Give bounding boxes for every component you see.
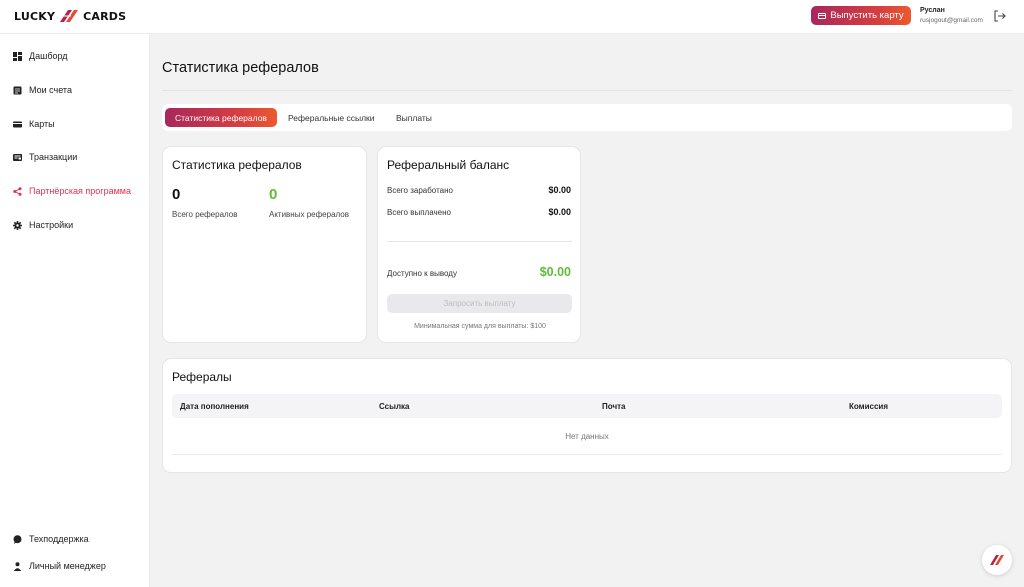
logo-mark-icon [57, 8, 81, 24]
card-title: Рефералы [172, 370, 232, 384]
column-header-email[interactable]: Почта [602, 402, 625, 411]
referral-stats-card: Статистика рефералов 0 Всего рефералов 0… [162, 146, 367, 343]
request-payout-button[interactable]: Запросить выплату [387, 294, 572, 313]
active-referrals-label: Активных рефералов [269, 210, 349, 219]
column-header-link[interactable]: Ссылка [379, 402, 410, 411]
divider [387, 241, 572, 242]
person-icon [13, 561, 22, 571]
issue-card-button[interactable]: Выпустить карту [811, 6, 911, 25]
user-profile[interactable]: Руслан rusjogout@gmail.com [920, 7, 983, 24]
sidebar-item-label: Техподдержка [29, 534, 89, 544]
sidebar-item-label: Карты [29, 119, 55, 129]
logo-text-left: LUCKY [14, 9, 56, 23]
total-earned-label: Всего заработано [387, 186, 453, 195]
tab-referral-stats[interactable]: Статистика рефералов [165, 108, 277, 127]
column-header-date[interactable]: Дата пополнения [180, 402, 249, 411]
floating-chat-button[interactable] [982, 545, 1012, 575]
sidebar-item-partner-program[interactable]: Партнёрская программа [13, 186, 131, 196]
sidebar-item-label: Партнёрская программа [29, 186, 131, 196]
page-title: Статистика рефералов [162, 60, 319, 76]
tab-referral-links[interactable]: Реферальные ссылки [278, 108, 385, 127]
issue-card-label: Выпустить карту [830, 10, 904, 21]
tab-bar: Статистика рефералов Реферальные ссылки … [162, 104, 1012, 131]
sidebar-item-transactions[interactable]: Транзакции [13, 152, 77, 162]
main-content: Статистика рефералов Статистика реферало… [150, 34, 1024, 587]
total-paid-value: $0.00 [548, 207, 571, 217]
total-referrals-value: 0 [172, 186, 181, 203]
sidebar-item-accounts[interactable]: Мои счета [13, 85, 72, 95]
dashboard-icon [13, 51, 22, 61]
top-bar: LUCKY CARDS Выпустить карту Руслан rusjo… [0, 0, 1024, 34]
sidebar-item-cards[interactable]: Карты [13, 119, 55, 129]
minimum-payout-note: Минимальная сумма для выплаты: $100 [414, 323, 546, 330]
table-header: Дата пополнения Ссылка Почта Комиссия [172, 394, 1002, 418]
logo[interactable]: LUCKY CARDS [14, 8, 126, 24]
logout-icon[interactable] [993, 10, 1007, 22]
sidebar-item-dashboard[interactable]: Дашборд [13, 51, 68, 61]
sidebar-item-personal-manager[interactable]: Личный менеджер [13, 561, 106, 571]
share-icon [13, 186, 22, 196]
user-email: rusjogout@gmail.com [920, 17, 983, 24]
sidebar-item-support[interactable]: Техподдержка [13, 534, 89, 544]
chat-icon [13, 534, 22, 544]
empty-state: Нет данных [565, 432, 609, 441]
logo-mark-icon [990, 555, 1004, 565]
sidebar-item-label: Дашборд [29, 51, 68, 61]
logo-text-right: CARDS [83, 9, 127, 23]
accounts-icon [13, 86, 22, 94]
sidebar-item-label: Настройки [29, 220, 74, 230]
tab-payouts[interactable]: Выплаты [386, 108, 442, 127]
available-value: $0.00 [539, 265, 571, 279]
column-header-commission[interactable]: Комиссия [849, 402, 888, 411]
active-referrals-value: 0 [269, 186, 278, 203]
divider [162, 90, 1012, 91]
sidebar-item-label: Личный менеджер [29, 561, 106, 571]
card-title: Статистика рефералов [172, 158, 302, 172]
transactions-icon [13, 153, 22, 161]
gear-icon [13, 220, 22, 230]
sidebar: Дашборд Мои счета Карты Транзакции Партн… [0, 34, 150, 587]
sidebar-item-settings[interactable]: Настройки [13, 220, 73, 230]
available-label: Доступно к выводу [387, 269, 457, 278]
divider [172, 454, 1002, 455]
user-name: Руслан [920, 7, 945, 14]
card-title: Реферальный баланс [387, 158, 510, 172]
sidebar-item-label: Транзакции [29, 152, 78, 162]
total-referrals-label: Всего рефералов [172, 210, 238, 219]
referrals-card: Рефералы Дата пополнения Ссылка Почта Ко… [162, 358, 1012, 473]
sidebar-item-label: Мои счета [29, 85, 72, 95]
referral-balance-card: Реферальный баланс Всего заработано $0.0… [377, 146, 581, 343]
credit-card-icon [818, 12, 827, 19]
card-icon [13, 121, 22, 127]
total-paid-label: Всего выплачено [387, 208, 451, 217]
total-earned-value: $0.00 [548, 185, 571, 195]
